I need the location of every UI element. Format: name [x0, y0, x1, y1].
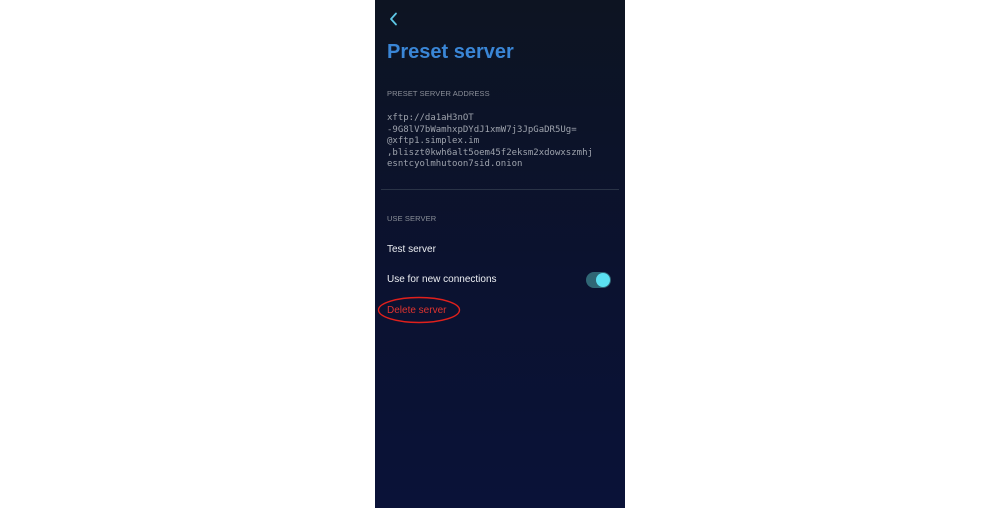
address-line: xftp://da1aH3nOT — [387, 113, 474, 123]
use-server-label: USE SERVER — [387, 214, 437, 223]
use-for-new-connections-label: Use for new connections — [387, 274, 497, 285]
test-server-button[interactable]: Test server — [387, 244, 436, 255]
address-line: ,bliszt0kwh6alt5oem45f2eksm2xdowxszmhj — [387, 147, 593, 158]
preset-server-address-label: PRESET SERVER ADDRESS — [387, 89, 490, 98]
use-for-new-connections-toggle[interactable] — [586, 272, 611, 288]
address-line: @xftp1.simplex.im — [387, 136, 480, 147]
page-title: Preset server — [387, 41, 514, 63]
chevron-left-icon — [389, 12, 397, 26]
address-line: esntcyolmhutoon7sid.onion — [387, 159, 523, 170]
address-line: -9G8lV7bWamhxpDYdJ1xmW7j3JpGaDR5Ug= — [387, 124, 577, 135]
server-address-text: xftp://da1aH3nOT -9G8lV7bWamhxpDYdJ1xmW7… — [387, 113, 619, 171]
toggle-knob — [596, 273, 610, 287]
section-divider — [381, 189, 619, 190]
phone-screen: Preset server PRESET SERVER ADDRESS xftp… — [375, 0, 625, 508]
back-button[interactable] — [385, 10, 401, 28]
delete-server-button[interactable]: Delete server — [387, 305, 446, 316]
